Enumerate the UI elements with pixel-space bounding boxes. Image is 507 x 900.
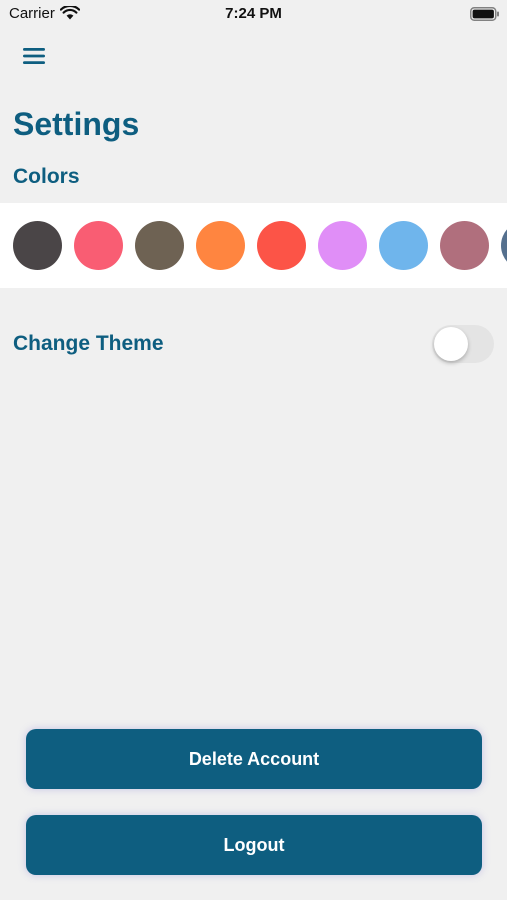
page-title: Settings (13, 106, 140, 142)
status-time: 7:24 PM (225, 5, 282, 22)
change-theme-label: Change Theme (13, 332, 164, 355)
color-swatch-9[interactable] (501, 221, 507, 270)
status-bar: Carrier 7:24 PM (0, 0, 507, 28)
change-theme-toggle[interactable] (432, 325, 494, 363)
color-swatch-2[interactable] (74, 221, 123, 270)
hamburger-menu-icon[interactable] (18, 42, 50, 70)
color-swatch-8[interactable] (440, 221, 489, 270)
color-swatch-4[interactable] (196, 221, 245, 270)
delete-account-button[interactable]: Delete Account (26, 729, 482, 789)
color-swatch-6[interactable] (318, 221, 367, 270)
color-swatch-7[interactable] (379, 221, 428, 270)
toggle-knob (434, 327, 468, 361)
color-swatch-5[interactable] (257, 221, 306, 270)
color-swatch-3[interactable] (135, 221, 184, 270)
colors-section-label: Colors (13, 165, 80, 188)
color-swatch-list[interactable] (0, 203, 507, 288)
color-swatch-1[interactable] (13, 221, 62, 270)
logout-button[interactable]: Logout (26, 815, 482, 875)
battery-icon (470, 7, 500, 26)
